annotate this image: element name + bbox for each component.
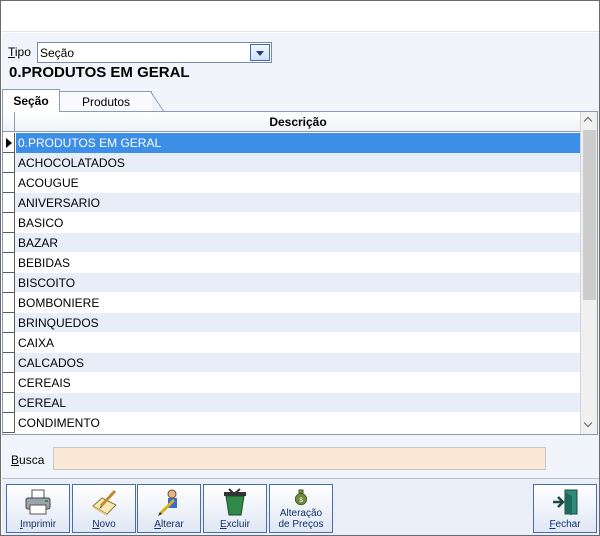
descricao-cell[interactable]: ANIVERSARIO <box>16 193 581 213</box>
dropdown-arrow-icon[interactable] <box>250 44 270 61</box>
table-row[interactable]: BOMBONIERE <box>3 293 581 313</box>
printer-icon <box>25 489 51 515</box>
tipo-select[interactable]: Seção <box>37 42 272 63</box>
tab-secao[interactable]: Seção <box>2 89 60 112</box>
table-row[interactable]: ACHOCOLATADOS <box>3 153 581 173</box>
row-indicator[interactable] <box>3 313 15 333</box>
row-indicator[interactable] <box>3 233 15 253</box>
descricao-cell[interactable]: CEREAIS <box>16 373 581 393</box>
alteracao-precos-label: Alteração de Preços <box>278 508 324 530</box>
row-indicator[interactable] <box>3 293 15 313</box>
descricao-cell[interactable]: BOMBONIERE <box>16 293 581 313</box>
table-row[interactable]: ACOUGUE <box>3 173 581 193</box>
novo-button[interactable]: Novo <box>72 484 136 533</box>
edit-pencil-icon <box>158 489 177 516</box>
busca-label: Busca <box>11 453 45 467</box>
row-indicator[interactable] <box>3 353 15 373</box>
descricao-cell[interactable]: 0.PRODUTOS EM GERAL <box>16 133 581 153</box>
table-row[interactable]: BRINQUEDOS <box>3 313 581 333</box>
busca-input[interactable] <box>53 447 546 470</box>
row-indicator-header <box>3 112 15 132</box>
tab-produtos[interactable]: Produtos <box>60 91 164 112</box>
descricao-cell[interactable]: CEREAL <box>16 393 581 413</box>
table-row[interactable]: BISCOITO <box>3 273 581 293</box>
alterar-button[interactable]: Alterar <box>137 484 201 533</box>
window: Tipo Seção 0.PRODUTOS EM GERAL Seção Pro… <box>0 0 600 536</box>
descricao-cell[interactable]: BASICO <box>16 213 581 233</box>
descricao-cell[interactable]: CAIXA <box>16 333 581 353</box>
descricao-cell[interactable]: BRINQUEDOS <box>16 313 581 333</box>
tipo-label: Tipo <box>8 45 31 59</box>
bottom-toolbar: Imprimir Novo Alterar Excluir $ Alteraçã… <box>2 478 599 535</box>
trash-can-icon <box>224 488 246 516</box>
descricao-cell[interactable]: BISCOITO <box>16 273 581 293</box>
row-indicator[interactable] <box>3 153 15 173</box>
novo-label: Novo <box>92 519 116 530</box>
scroll-thumb[interactable] <box>583 130 596 300</box>
row-indicator[interactable] <box>3 413 15 433</box>
row-indicator[interactable] <box>3 213 15 233</box>
imprimir-button[interactable]: Imprimir <box>6 484 70 533</box>
selected-section-title: 0.PRODUTOS EM GERAL <box>9 64 190 81</box>
excluir-label: Excluir <box>219 519 250 530</box>
tab-bar: Seção Produtos <box>2 89 599 112</box>
title-bar <box>2 2 599 32</box>
current-row-indicator-icon[interactable] <box>3 133 15 153</box>
new-document-icon <box>92 489 117 516</box>
fechar-label: Fechar <box>549 519 581 530</box>
table-row[interactable]: ANIVERSARIO <box>3 193 581 213</box>
table-row[interactable]: 0.PRODUTOS EM GERAL <box>3 133 581 153</box>
exit-door-icon <box>553 489 578 515</box>
descricao-cell[interactable]: ACOUGUE <box>16 173 581 193</box>
descricao-cell[interactable]: BAZAR <box>16 233 581 253</box>
excluir-button[interactable]: Excluir <box>203 484 267 533</box>
grid-header: Descrição <box>3 112 581 132</box>
row-indicator[interactable] <box>3 173 15 193</box>
row-indicator[interactable] <box>3 273 15 293</box>
column-header-descricao[interactable]: Descrição <box>15 112 581 132</box>
tipo-select-value: Seção <box>40 46 75 60</box>
table-row[interactable]: BAZAR <box>3 233 581 253</box>
vertical-scrollbar[interactable] <box>580 112 597 434</box>
grid-rows: 0.PRODUTOS EM GERAL ACHOCOLATADOS ACOUGUE A… <box>3 133 581 433</box>
table-row[interactable]: CEREAL <box>3 393 581 413</box>
sections-grid: Descrição 0.PRODUTOS EM GERAL ACHOCOLATAD… <box>2 111 598 435</box>
table-row[interactable]: BASICO <box>3 213 581 233</box>
descricao-cell[interactable]: ACHOCOLATADOS <box>16 153 581 173</box>
table-row[interactable]: CALCADOS <box>3 353 581 373</box>
scroll-up-icon[interactable] <box>581 112 597 129</box>
scroll-down-icon[interactable] <box>581 417 597 434</box>
row-indicator[interactable] <box>3 333 15 353</box>
alterar-label: Alterar <box>154 519 184 530</box>
row-indicator[interactable] <box>3 393 15 413</box>
imprimir-label: Imprimir <box>19 519 57 530</box>
price-bag-icon: $ <box>294 489 308 506</box>
descricao-cell[interactable]: CALCADOS <box>16 353 581 373</box>
fechar-button[interactable]: Fechar <box>533 484 597 533</box>
row-indicator[interactable] <box>3 193 15 213</box>
table-row[interactable]: CONDIMENTO <box>3 413 581 433</box>
svg-text:$: $ <box>299 497 303 504</box>
table-row[interactable]: BEBIDAS <box>3 253 581 273</box>
descricao-cell[interactable]: CONDIMENTO <box>16 413 581 433</box>
descricao-cell[interactable]: BEBIDAS <box>16 253 581 273</box>
table-row[interactable]: CEREAIS <box>3 373 581 393</box>
row-indicator[interactable] <box>3 373 15 393</box>
alteracao-precos-button[interactable]: $ Alteração de Preços <box>269 484 333 533</box>
table-row[interactable]: CAIXA <box>3 333 581 353</box>
row-indicator[interactable] <box>3 253 15 273</box>
